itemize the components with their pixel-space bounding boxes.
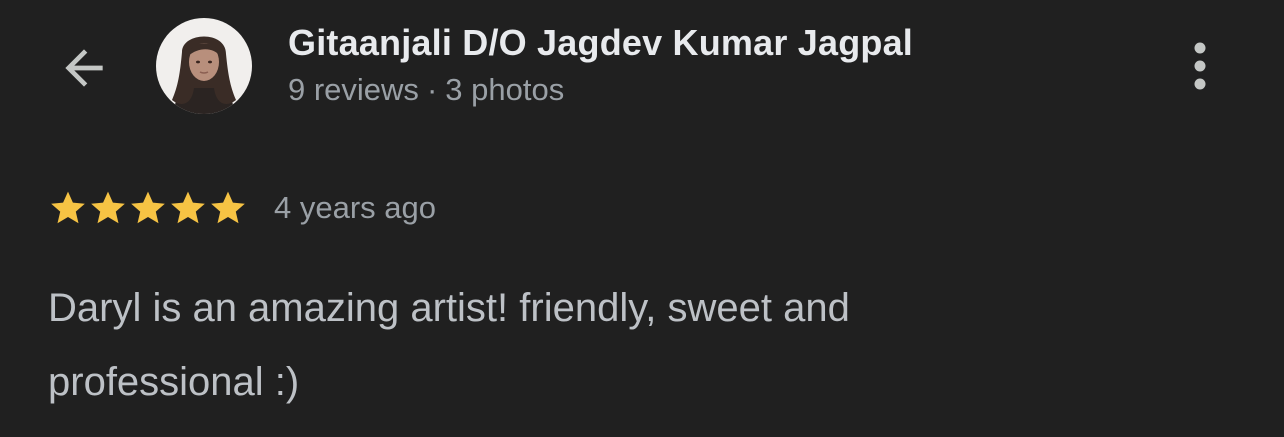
star-icon <box>91 191 125 224</box>
more-vertical-icon <box>1194 42 1206 90</box>
reviews-count: 9 reviews <box>288 72 419 107</box>
review-text: Daryl is an amazing artist! friendly, sw… <box>48 286 850 404</box>
star-rating <box>48 188 248 228</box>
back-button[interactable] <box>50 34 118 102</box>
star-icon <box>131 191 165 224</box>
user-avatar-photo <box>156 18 252 114</box>
star-icon <box>211 191 245 224</box>
star-icon <box>51 191 85 224</box>
more-options-button[interactable] <box>1176 36 1224 96</box>
author-name[interactable]: Gitaanjali D/O Jagdev Kumar Jagpal <box>288 22 913 64</box>
avatar[interactable] <box>156 18 252 114</box>
rating-row: 4 years ago <box>48 186 436 230</box>
star-icon <box>171 191 205 224</box>
photos-count: 3 photos <box>445 72 565 107</box>
meta-separator: · <box>426 72 438 107</box>
review-date: 4 years ago <box>274 190 436 225</box>
author-meta: 9 reviews · 3 photos <box>288 72 564 108</box>
arrow-left-icon <box>65 49 103 87</box>
